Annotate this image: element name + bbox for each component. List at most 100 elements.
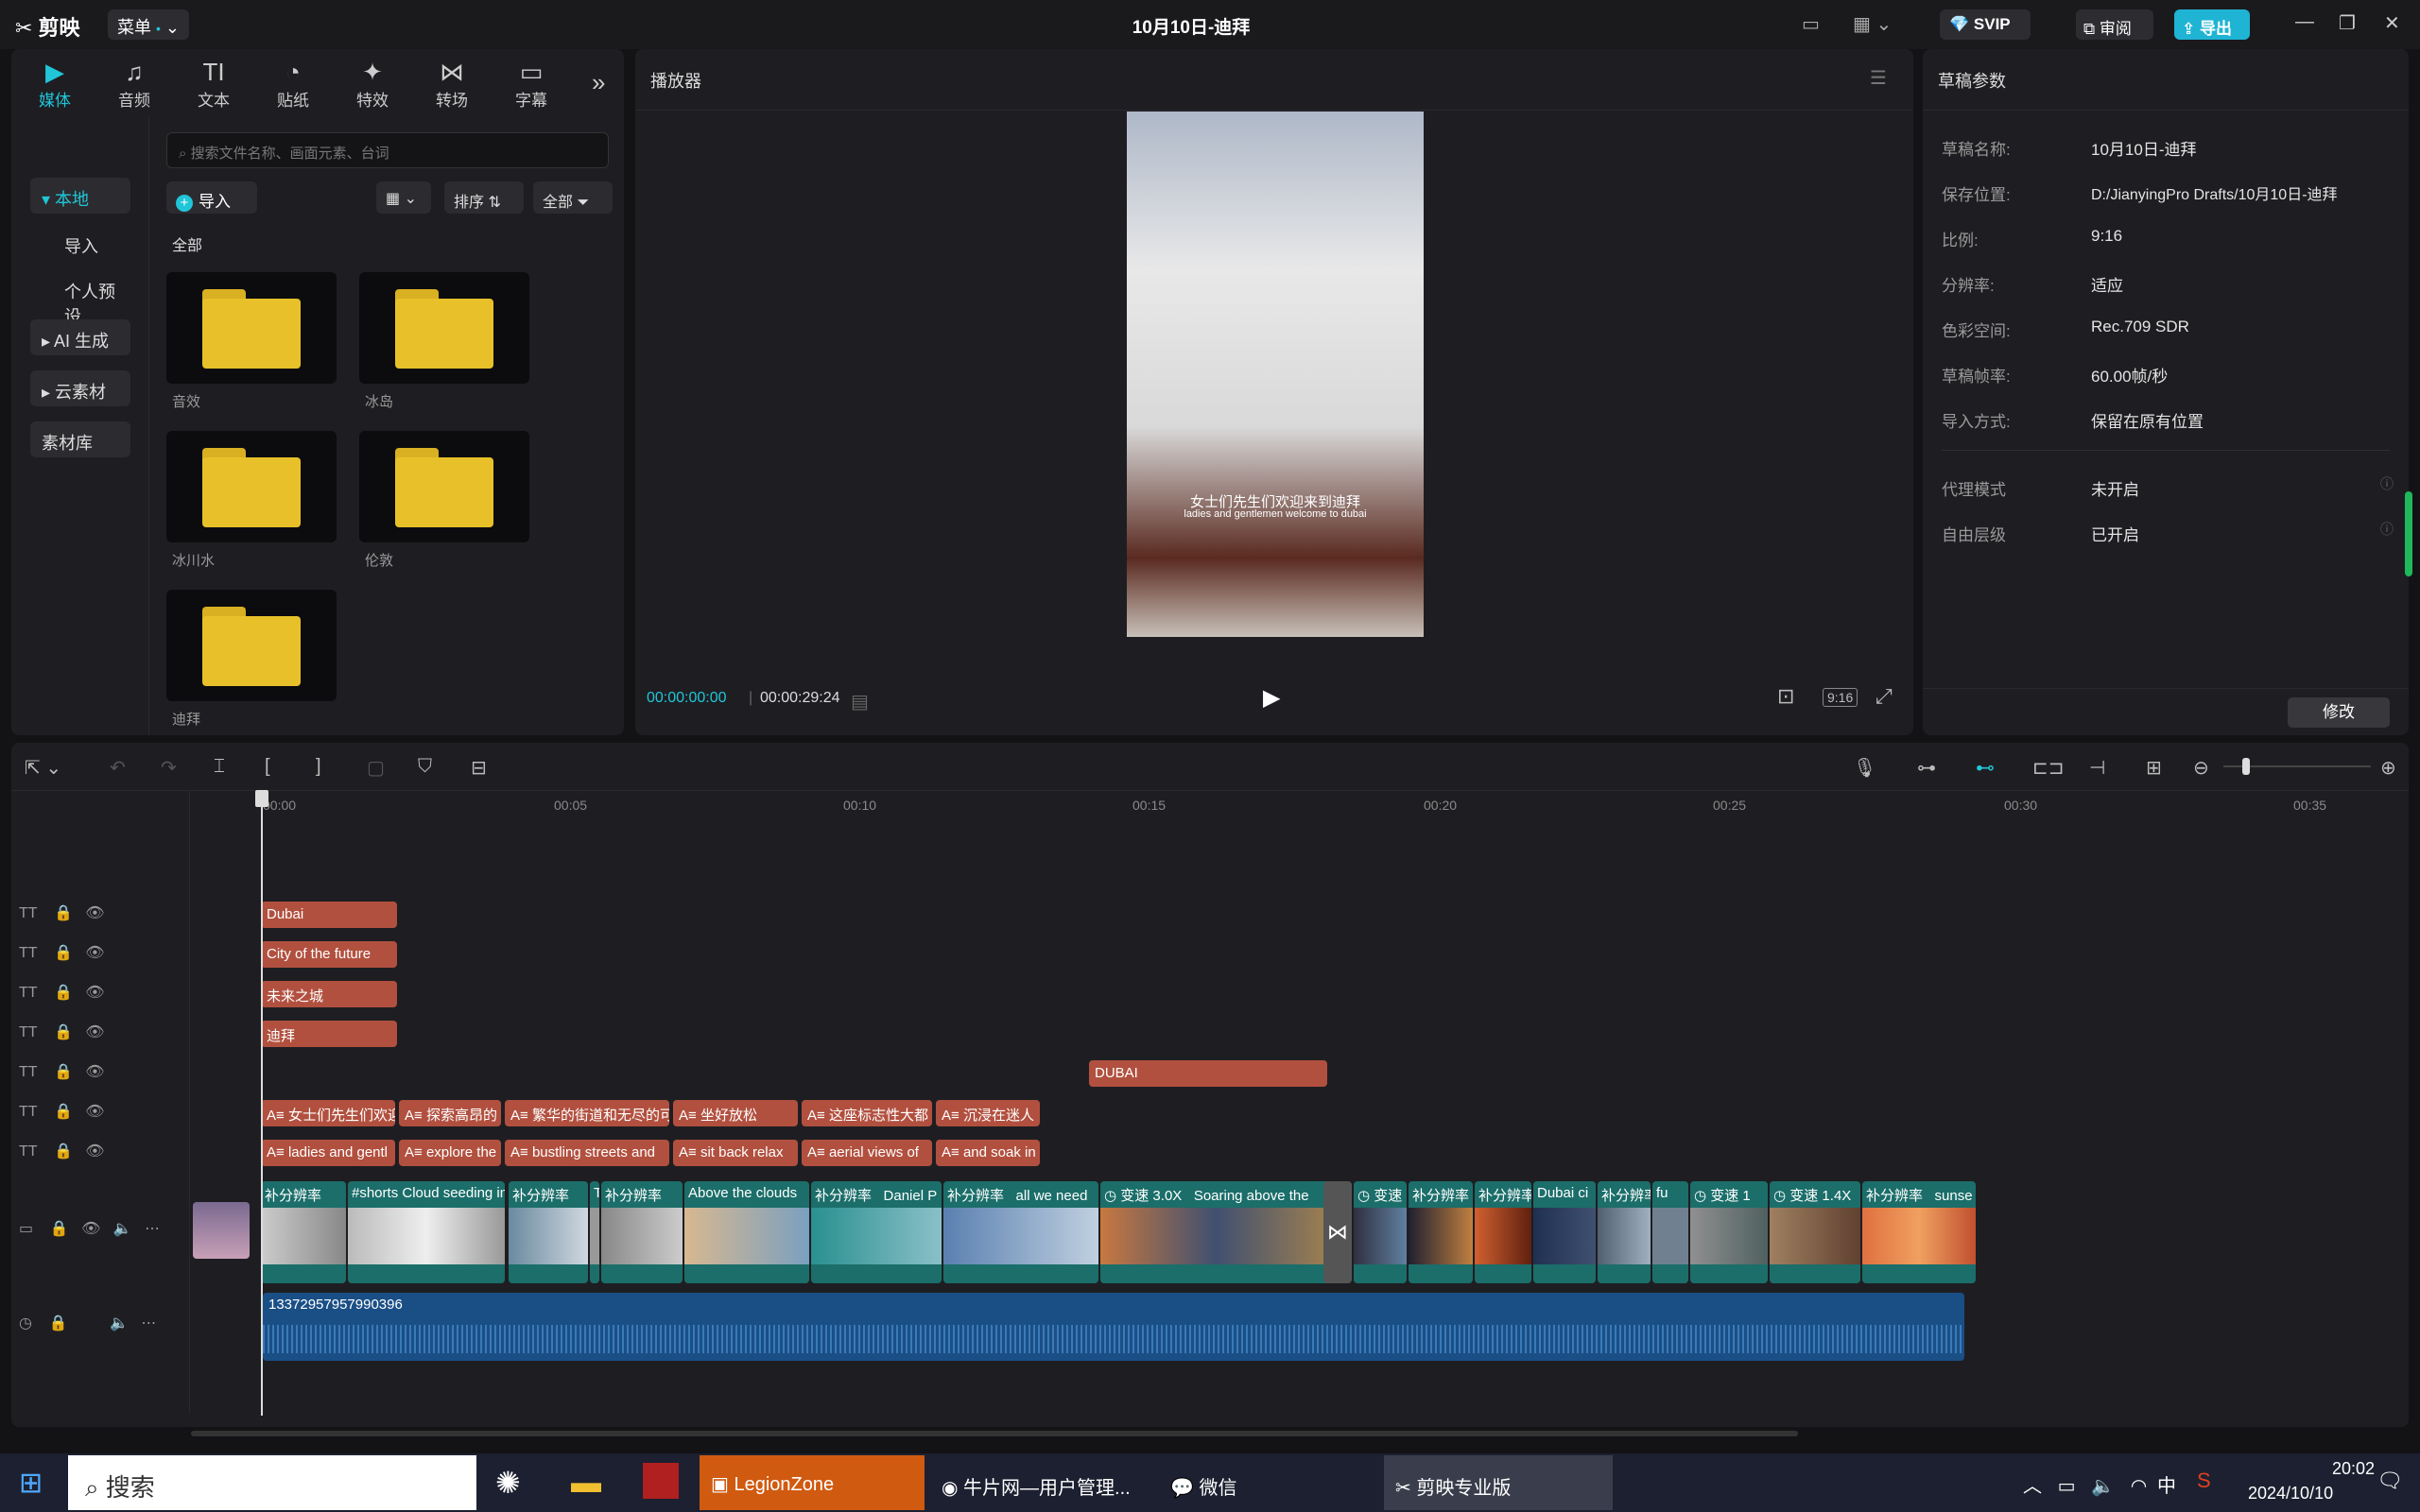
help-icon[interactable]: ⓘ [2380,520,2394,539]
more-tabs-icon[interactable]: » [592,68,605,97]
windows-start-icon[interactable]: ⊞ [19,1467,43,1500]
media-search-input[interactable]: ⌕ 搜索文件名称、画面元素、台词 [166,132,609,168]
app-icon[interactable]: ✺ [495,1465,521,1501]
subtitle-clip[interactable]: A≡ 沉浸在迷人 [936,1100,1040,1126]
clock-date[interactable]: 2024/10/10 [2248,1484,2380,1503]
sidebar-item-import[interactable]: 导入 [30,225,130,261]
fullscreen-icon[interactable]: ⤢ [1876,684,1893,709]
tab-audio[interactable]: ♫ 音频 [96,57,172,111]
taskbar-app-browser[interactable]: ◉ 牛片网—用户管理... [930,1455,1151,1510]
svip-button[interactable]: 💎 SVIP [1940,9,2031,40]
review-button[interactable]: ⧉ 审阅 [2076,9,2153,40]
restore-icon[interactable]: ❐ [2339,11,2356,35]
transition-marker[interactable]: ⋈ [1323,1181,1352,1283]
select-tool-icon[interactable]: ⇱ ⌄ [25,756,61,780]
sidebar-item-preset[interactable]: 个人预设 [30,270,130,326]
tab-effects[interactable]: ✦ 特效 [335,57,410,111]
zoom-in-icon[interactable]: ⊕ [2380,756,2396,780]
filter-button[interactable]: 全部 ⏷ [533,181,613,214]
tray-icons[interactable]: ︿ ▭ 🔈 ◠ [2023,1470,2147,1498]
playhead[interactable] [261,792,263,1416]
video-clip[interactable]: #shorts Cloud seeding in [348,1181,505,1283]
mic-icon[interactable]: 🎙 [1853,756,1876,780]
close-icon[interactable]: ✕ [2384,11,2400,35]
ratio-button[interactable]: 9:16 [1823,688,1858,707]
clock-time[interactable]: 20:02 [2261,1459,2375,1479]
taskbar-app-legionzone[interactable]: ▣ LegionZone [700,1455,925,1510]
playhead-handle[interactable] [255,790,268,807]
video-clip[interactable]: ◷ 变速 3.0X Soaring above the [1100,1181,1331,1283]
subtitle-clip[interactable]: A≡ 女士们先生们欢迎 [261,1100,395,1126]
sidebar-item-ai[interactable]: ▸ AI 生成 [30,319,130,355]
video-clip[interactable]: 补分辨率 [601,1181,683,1283]
folder-card[interactable] [166,431,337,542]
subtitle-clip[interactable]: A≡ ladies and gentl [261,1140,395,1166]
marker-icon[interactable]: ⛉ [418,756,432,778]
video-clip[interactable]: ◷ 变速 [1354,1181,1407,1283]
link-icon[interactable]: ⊶ [1917,756,1936,780]
text-clip[interactable]: 未来之城 [261,981,397,1007]
text-clip[interactable]: City of the future [261,941,397,968]
layout-icon[interactable]: ▭ [1802,12,1820,36]
play-icon[interactable]: ▶ [1263,684,1280,712]
zoom-fit-icon[interactable]: ⊡ [1777,684,1794,709]
subtitle-clip[interactable]: A≡ and soak in [936,1140,1040,1166]
video-clip[interactable]: Above the clouds [684,1181,809,1283]
folder-card[interactable] [166,590,337,701]
video-clip[interactable]: fu [1652,1181,1688,1283]
taskbar-app-jianying[interactable]: ✂ 剪映专业版 [1384,1455,1613,1510]
align-icon[interactable]: ⊣ [2089,756,2105,780]
video-clip[interactable]: 补分辨率 [1598,1181,1651,1283]
tab-sticker[interactable]: ◔ 贴纸 [255,57,331,111]
chain-icon[interactable]: ⊏⊐ [2032,756,2065,780]
player-menu-icon[interactable]: ☰ [1870,66,1887,90]
notification-icon[interactable]: 🗨 [2377,1469,2403,1493]
text-clip[interactable]: DUBAI [1089,1060,1327,1087]
video-clip[interactable]: T [590,1181,599,1283]
app-icon[interactable] [643,1463,679,1499]
video-clip[interactable]: 补分辨率 [1475,1181,1531,1283]
preview-axis-icon[interactable]: ⊞ [2146,756,2162,780]
export-button[interactable]: ⇪ 导出 [2174,9,2250,40]
sidebar-item-local[interactable]: ▾ 本地 [30,178,130,214]
auto-caption-icon[interactable]: ⊟ [471,756,487,780]
text-clip[interactable]: 迪拜 [261,1021,397,1047]
video-preview[interactable]: 女士们先生们欢迎来到迪拜 ladies and gentlemen welcom… [1127,112,1424,637]
subtitle-clip[interactable]: A≡ 这座标志性大都 [802,1100,932,1126]
folder-card[interactable] [359,272,529,384]
video-clip[interactable]: ◷ 变速 1 [1690,1181,1768,1283]
video-clip[interactable]: Dubai ci [1533,1181,1596,1283]
split-right-icon[interactable]: ] [316,756,321,778]
video-clip[interactable]: 补分辨率 Daniel P [811,1181,942,1283]
subtitle-clip[interactable]: A≡ bustling streets and [505,1140,669,1166]
help-icon[interactable]: ⓘ [2380,474,2394,493]
cover-thumbnail[interactable] [193,1202,250,1259]
tab-text[interactable]: TI 文本 [176,57,251,111]
subtitle-clip[interactable]: A≡ 探索高昂的 [399,1100,501,1126]
subtitle-clip[interactable]: A≡ explore the [399,1140,501,1166]
file-explorer-icon[interactable]: ▬ [571,1465,601,1500]
folder-card[interactable] [359,431,529,542]
tab-transition[interactable]: ⋈ 转场 [414,57,490,111]
modify-button[interactable]: 修改 [2288,697,2390,728]
sidebar-item-library[interactable]: 素材库 [30,421,130,457]
video-clip[interactable]: 补分辨率 [509,1181,588,1283]
timeline-scrollbar[interactable] [191,1431,1798,1436]
undo-icon[interactable]: ↶ [110,756,126,780]
video-clip[interactable]: 补分辨率 sunse [1862,1181,1976,1283]
text-clip[interactable]: Dubai [261,902,397,928]
video-clip[interactable]: 补分辨率 [261,1181,346,1283]
taskbar-search[interactable]: ⌕ 搜索 [68,1455,476,1510]
folder-card[interactable] [166,272,337,384]
sidebar-item-cloud[interactable]: ▸ 云素材 [30,370,130,406]
subtitle-clip[interactable]: A≡ 繁华的街道和无尽的可 [505,1100,669,1126]
taskbar-app-wechat[interactable]: 💬 微信 [1159,1455,1376,1510]
view-mode-button[interactable]: ▦ ⌄ [376,181,431,214]
snap-icon[interactable]: ⊷ [1976,756,1995,780]
import-button[interactable]: + 导入 [166,181,257,214]
video-clip[interactable]: 补分辨率 all we need [943,1181,1098,1283]
tab-media[interactable]: ▶ 媒体 [17,57,93,111]
split-left-icon[interactable]: [ [265,756,270,778]
redo-icon[interactable]: ↷ [161,756,177,780]
timecode-format-icon[interactable]: ▤ [851,690,869,713]
